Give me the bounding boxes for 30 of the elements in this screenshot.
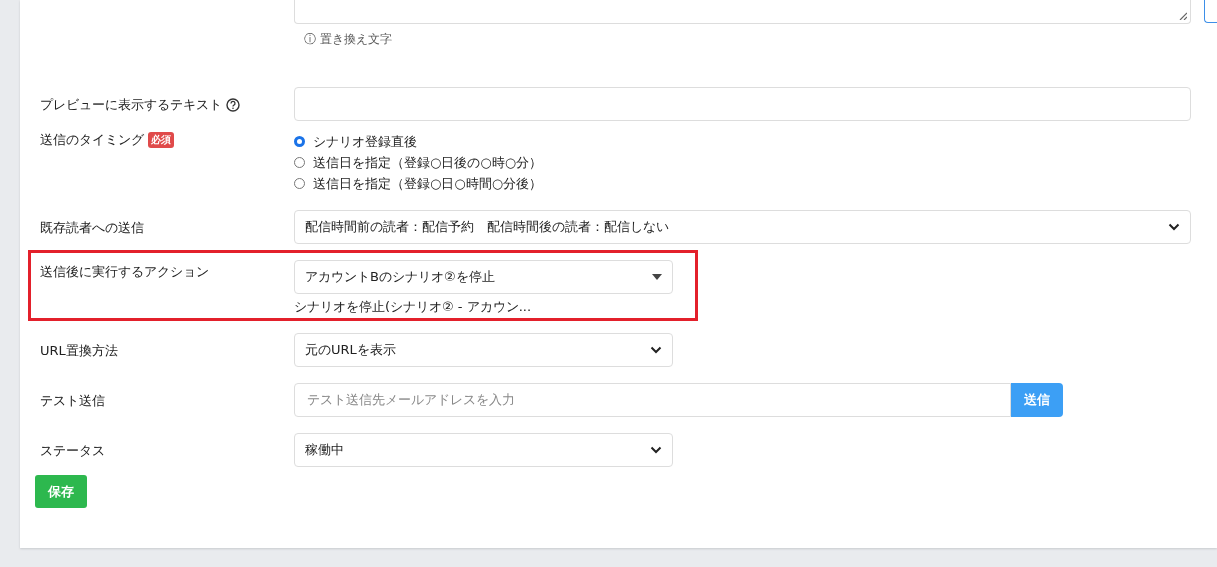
field-label: 既存読者への送信: [40, 219, 144, 237]
resize-handle-icon[interactable]: [1179, 12, 1187, 20]
radio-label: 送信日を指定（登録○日後の○時○分）: [313, 153, 543, 172]
radio-button[interactable]: [294, 157, 305, 168]
radio-button[interactable]: [294, 136, 305, 147]
field-label: URL置換方法: [40, 342, 118, 360]
field-label: 送信後に実行するアクション: [40, 263, 209, 281]
chevron-icon: [650, 346, 662, 354]
select-field[interactable]: アカウントBのシナリオ②を停止: [294, 260, 673, 294]
hint-text: ⓘ 置き換え文字: [304, 31, 392, 48]
help-icon[interactable]: [226, 98, 240, 112]
chevron-icon: [1168, 223, 1180, 231]
field-label: 送信のタイミング: [40, 131, 144, 149]
select-field[interactable]: 元のURLを表示: [294, 333, 673, 367]
radio-label: 送信日を指定（登録○日○時間○分後）: [313, 174, 543, 193]
side-button[interactable]: [1204, 0, 1217, 23]
caret-icon: [652, 274, 662, 280]
email-field[interactable]: テスト送信先メールアドレスを入力: [294, 383, 1011, 417]
radio-label: シナリオ登録直後: [313, 132, 417, 151]
radio-button[interactable]: [294, 178, 305, 189]
chevron-icon: [650, 446, 662, 454]
select-field[interactable]: 配信時間前の読者：配信予約 配信時間後の読者：配信しない: [294, 210, 1191, 244]
text-field[interactable]: [294, 87, 1191, 121]
select-field[interactable]: 稼働中: [294, 433, 673, 467]
field-label: テスト送信: [40, 392, 105, 410]
field-label: プレビューに表示するテキスト: [40, 96, 222, 114]
field-label: ステータス: [40, 442, 105, 460]
required-badge: 必須: [148, 132, 174, 148]
textarea-field[interactable]: [294, 0, 1191, 24]
selection-note: シナリオを停止(シナリオ② - アカウン...: [294, 298, 532, 316]
